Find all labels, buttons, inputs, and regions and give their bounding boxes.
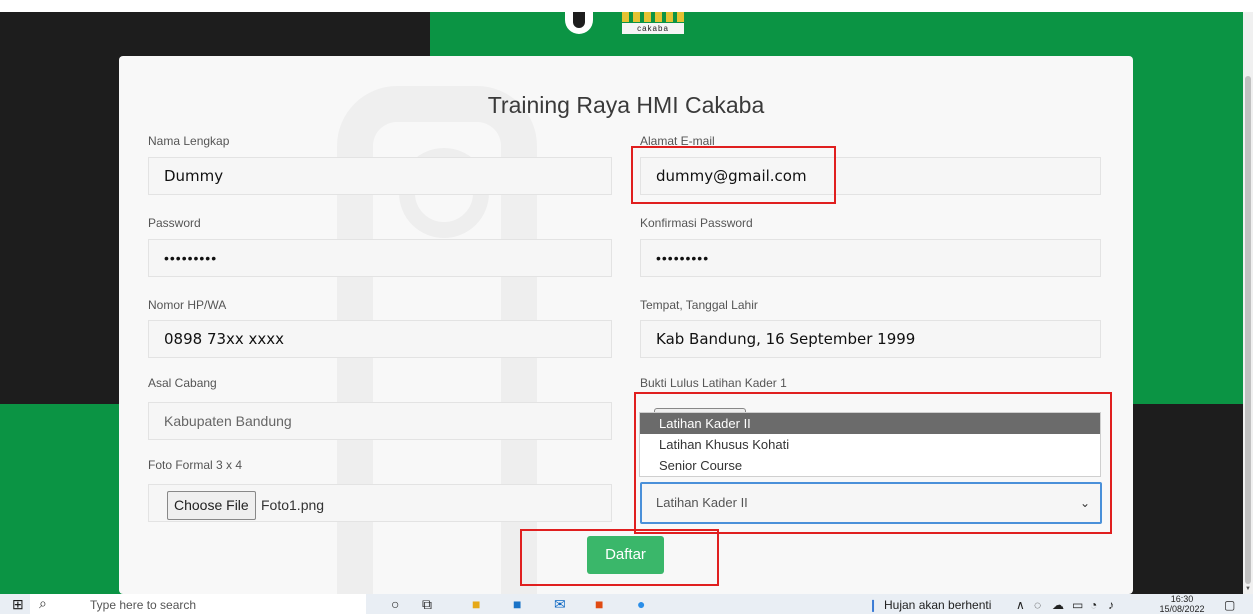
highlight-latihan-select: [634, 392, 1112, 534]
cortana-icon[interactable]: ○: [391, 596, 399, 612]
page-scrollbar[interactable]: ▼: [1243, 12, 1253, 594]
windows-start-icon[interactable]: ⊞: [12, 597, 24, 611]
tray-chevron-up-icon[interactable]: ∧: [1016, 598, 1025, 612]
cakaba-logo-text: cakaba: [622, 23, 684, 34]
choose-file-button[interactable]: Choose File: [167, 491, 256, 520]
konfirmasi-password-input[interactable]: •••••••••: [640, 239, 1101, 277]
hp-input[interactable]: 0898 73xx xxxx: [148, 320, 612, 358]
foto-label: Foto Formal 3 x 4: [148, 458, 243, 472]
password-input[interactable]: •••••••••: [148, 239, 612, 277]
mail-icon[interactable]: ✉: [554, 596, 566, 612]
page-title: Training Raya HMI Cakaba: [487, 92, 765, 118]
weather-icon: ❙: [868, 598, 879, 612]
taskbar-search-box[interactable]: ⌕ Type here to search: [30, 594, 366, 614]
cabang-label: Asal Cabang: [148, 376, 217, 390]
notification-icon[interactable]: ▢: [1224, 598, 1235, 612]
edge-icon[interactable]: ●: [637, 596, 645, 612]
clock-date: 15/08/2022: [1159, 604, 1205, 614]
chosen-file-name: Foto1.png: [261, 497, 325, 513]
bukti-label: Bukti Lulus Latihan Kader 1: [640, 376, 787, 390]
search-icon: ⌕: [39, 595, 47, 611]
taskbar-clock[interactable]: 16:30 15/08/2022: [1152, 594, 1212, 614]
wifi-icon[interactable]: ◔: [1090, 598, 1097, 612]
cakaba-logo-bars: [622, 12, 684, 22]
windows-taskbar: ⊞ ⌕ Type here to search ○ ⧉ ■ ■ ✉ ■ ● ❙ …: [0, 594, 1253, 614]
ttl-input[interactable]: Kab Bandung, 16 September 1999: [640, 320, 1101, 358]
top-edge: [0, 0, 1253, 12]
volume-icon[interactable]: ♪: [1108, 598, 1114, 612]
clock-time: 16:30: [1170, 594, 1194, 604]
taskbar-search-placeholder: Type here to search: [90, 598, 197, 612]
highlight-email: [631, 146, 836, 204]
cabang-input[interactable]: Kabupaten Bandung: [148, 402, 612, 440]
file-explorer-icon[interactable]: ■: [472, 596, 480, 612]
password-label: Password: [148, 216, 201, 230]
battery-icon[interactable]: ▭: [1072, 598, 1083, 612]
store-icon[interactable]: ■: [513, 596, 521, 612]
nama-input[interactable]: Dummy: [148, 157, 612, 195]
meet-now-icon[interactable]: ◌: [1034, 598, 1041, 612]
konfirmasi-label: Konfirmasi Password: [640, 216, 753, 230]
highlight-daftar: [520, 529, 719, 586]
weather-text[interactable]: Hujan akan berhenti: [884, 598, 991, 612]
task-view-icon[interactable]: ⧉: [422, 596, 432, 612]
scroll-down-arrow-icon[interactable]: ▼: [1245, 586, 1251, 592]
office-icon[interactable]: ■: [595, 596, 603, 612]
onedrive-icon[interactable]: ☁: [1052, 598, 1064, 612]
scrollbar-thumb[interactable]: [1245, 76, 1251, 584]
nama-label: Nama Lengkap: [148, 134, 230, 148]
hp-label: Nomor HP/WA: [148, 298, 227, 312]
ttl-label: Tempat, Tanggal Lahir: [640, 298, 758, 312]
